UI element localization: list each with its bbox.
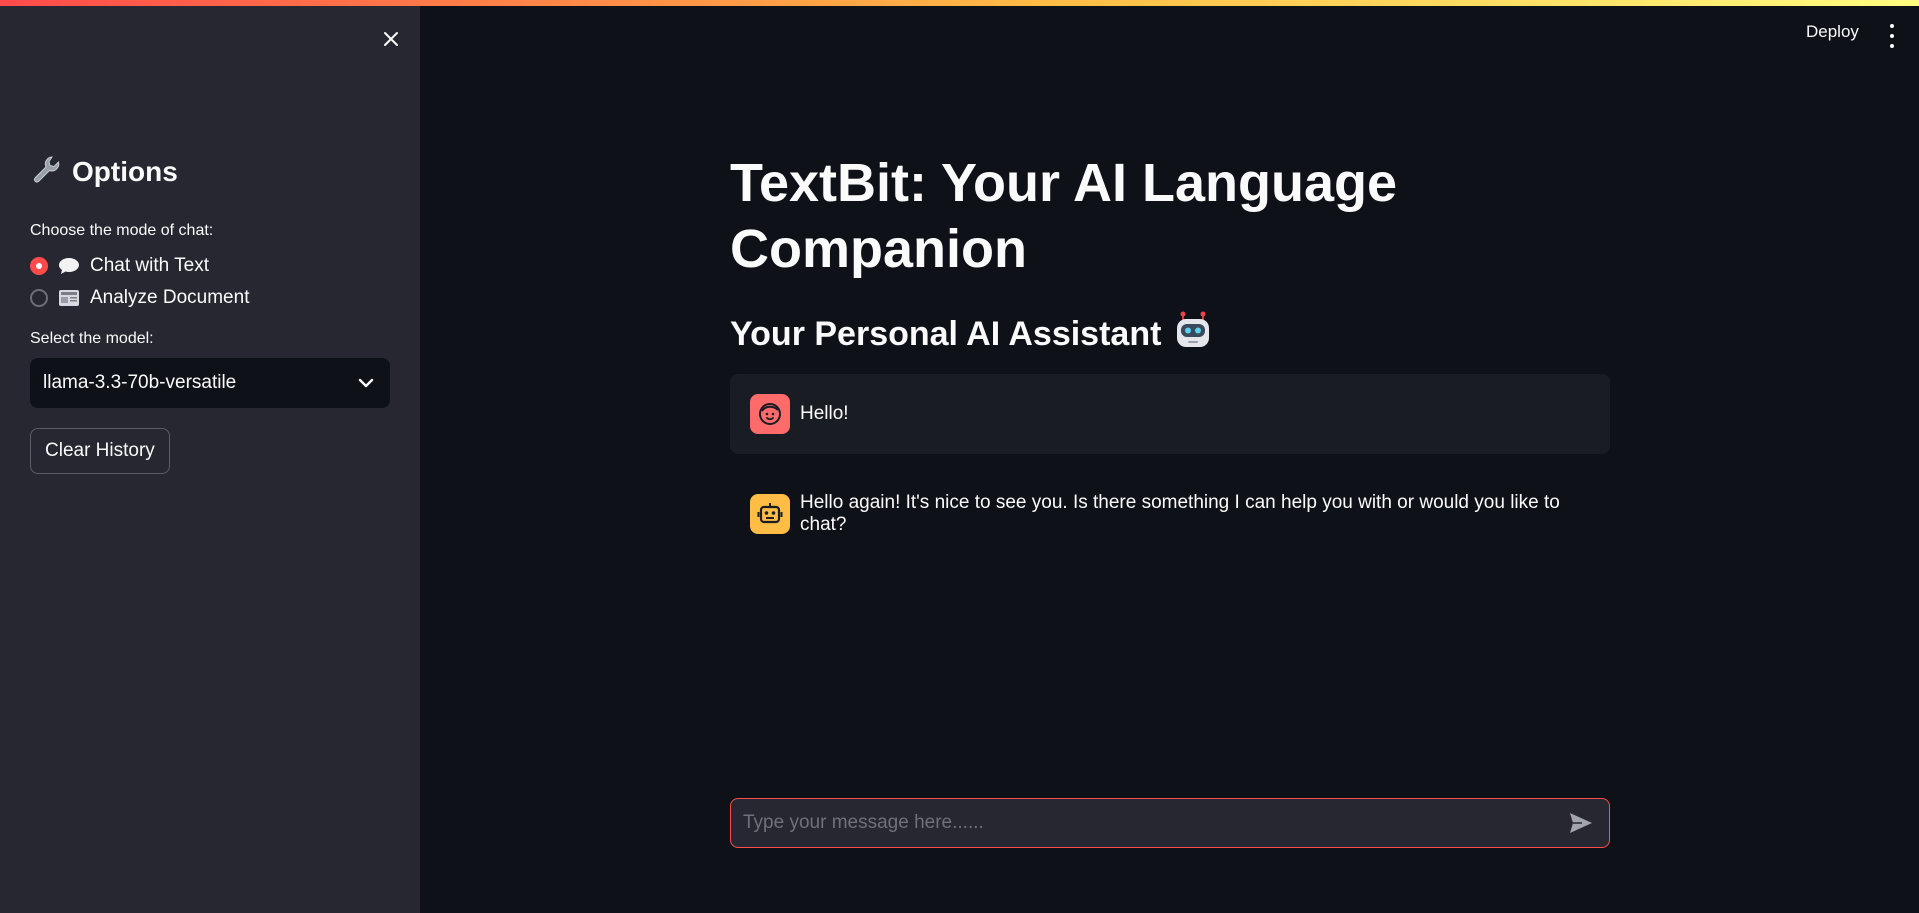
- model-select-value: llama-3.3-70b-versatile: [43, 372, 237, 393]
- speech-bubble-icon: [58, 257, 80, 275]
- chat-message-assistant: Hello again! It's nice to see you. Is th…: [730, 474, 1610, 554]
- close-icon: [384, 32, 398, 46]
- sidebar-title: Options: [30, 150, 390, 194]
- mode-option-label: Analyze Document: [90, 287, 250, 308]
- robot-emoji-icon: [1173, 310, 1213, 359]
- dot: [1890, 24, 1894, 28]
- newspaper-icon: [58, 289, 80, 307]
- robot-icon: [750, 494, 790, 534]
- send-icon: [1570, 813, 1592, 833]
- mode-option-label: Chat with Text: [90, 255, 209, 276]
- clear-history-button[interactable]: Clear History: [30, 428, 170, 474]
- wrench-icon: [30, 153, 62, 192]
- chevron-down-icon: [358, 378, 374, 388]
- dot: [1890, 34, 1894, 38]
- top-decoration-bar: [0, 0, 1919, 6]
- deploy-button[interactable]: Deploy: [1806, 22, 1859, 42]
- sidebar-content: Options Choose the mode of chat: Chat wi…: [30, 150, 390, 474]
- chat-input-container: [730, 798, 1610, 848]
- sidebar: Options Choose the mode of chat: Chat wi…: [0, 0, 420, 913]
- send-button[interactable]: [1567, 809, 1595, 837]
- message-text: Hello!: [800, 403, 849, 424]
- page-title: TextBit: Your AI Language Companion: [730, 153, 1398, 279]
- main-menu-button[interactable]: [1886, 24, 1898, 48]
- subtitle: Your Personal AI Assistant: [730, 310, 1213, 359]
- radio-checked-icon[interactable]: [30, 257, 48, 275]
- chat-message-user: Hello!: [730, 374, 1610, 454]
- model-select[interactable]: llama-3.3-70b-versatile: [30, 358, 390, 408]
- radio-unchecked-icon[interactable]: [30, 289, 48, 307]
- model-label: Select the model:: [30, 330, 154, 347]
- message-text: Hello again! It's nice to see you. Is th…: [800, 492, 1560, 535]
- sidebar-title-text: Options: [72, 156, 178, 187]
- mode-label: Choose the mode of chat:: [30, 222, 214, 239]
- close-sidebar-button[interactable]: [376, 24, 406, 54]
- dot: [1890, 44, 1894, 48]
- mode-option-analyze-document[interactable]: Analyze Document: [30, 282, 390, 314]
- chat-input[interactable]: [741, 811, 1567, 835]
- user-face-icon: [750, 394, 790, 434]
- subtitle-text: Your Personal AI Assistant: [730, 315, 1162, 353]
- mode-option-chat-with-text[interactable]: Chat with Text: [30, 250, 390, 282]
